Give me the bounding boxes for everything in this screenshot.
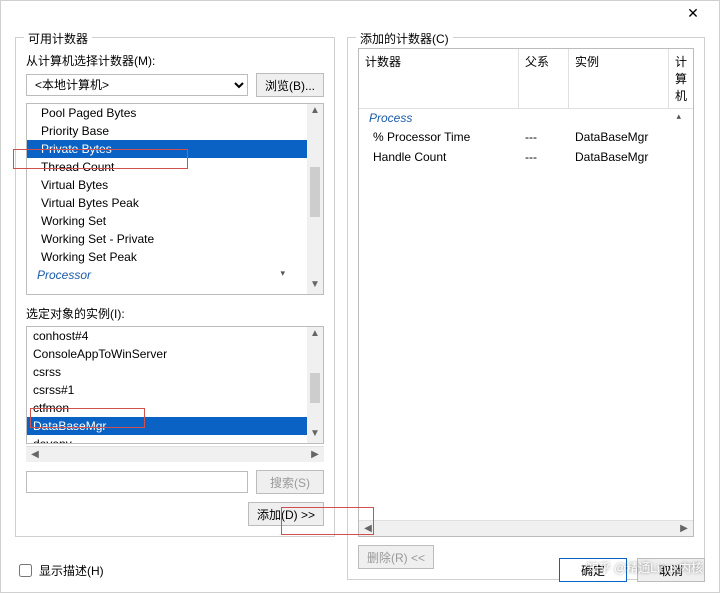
scroll-up-icon[interactable]: ▲ — [307, 104, 323, 120]
instances-scrollbar[interactable]: ▲ ▼ — [307, 327, 323, 443]
table-header: 计数器 父系 实例 计算机 — [359, 49, 693, 109]
counters-scrollbar[interactable]: ▲ ▼ — [307, 104, 323, 294]
instance-item[interactable]: devenv — [27, 435, 307, 443]
right-panel: 添加的计数器(C) 计数器 父系 实例 计算机 Process▴% Proces… — [347, 31, 705, 580]
instances-label: 选定对象的实例(I): — [26, 305, 324, 322]
scroll-right-icon[interactable]: ▶ — [308, 448, 322, 462]
instance-item[interactable]: csrss#1 — [27, 381, 307, 399]
watermark-text: 知乎 @精通Linux内核 — [587, 559, 703, 576]
scroll-thumb[interactable] — [310, 373, 320, 403]
computer-select[interactable]: <本地计算机> — [26, 74, 248, 96]
counter-item[interactable]: Virtual Bytes Peak — [27, 194, 307, 212]
counter-item[interactable]: Working Set Peak — [27, 248, 307, 266]
added-category-row[interactable]: Process▴ — [359, 109, 693, 127]
col-parent[interactable]: 父系 — [519, 49, 569, 108]
show-description-label: 显示描述(H) — [39, 562, 104, 579]
counter-category[interactable]: Processor▾ — [27, 266, 307, 284]
dialog-window: ✕ 可用计数器 从计算机选择计数器(M): <本地计算机> 浏览(B)... P… — [0, 0, 720, 593]
instance-item[interactable]: DataBaseMgr — [27, 417, 307, 435]
counter-item[interactable]: Working Set — [27, 212, 307, 230]
counter-item[interactable]: Private Bytes — [27, 140, 307, 158]
computer-label: 从计算机选择计数器(M): — [26, 52, 324, 69]
added-counters-group: 添加的计数器(C) 计数器 父系 实例 计算机 Process▴% Proces… — [347, 37, 705, 580]
scroll-up-icon[interactable]: ▲ — [307, 327, 323, 343]
left-panel: 可用计数器 从计算机选择计数器(M): <本地计算机> 浏览(B)... Poo… — [15, 31, 335, 580]
scroll-down-icon[interactable]: ▼ — [307, 278, 323, 294]
instance-item[interactable]: conhost#4 — [27, 327, 307, 345]
scroll-right-icon[interactable]: ▶ — [677, 522, 691, 536]
scroll-left-icon[interactable]: ◀ — [361, 522, 375, 536]
close-icon[interactable]: ✕ — [673, 4, 713, 24]
counter-item[interactable]: Thread Count — [27, 158, 307, 176]
scroll-down-icon[interactable]: ▼ — [307, 427, 323, 443]
added-counters-table: 计数器 父系 实例 计算机 Process▴% Processor Time--… — [358, 48, 694, 537]
add-button[interactable]: 添加(D) >> — [248, 502, 324, 526]
instance-item[interactable]: ConsoleAppToWinServer — [27, 345, 307, 363]
show-description-checkbox[interactable]: 显示描述(H) — [15, 561, 104, 580]
counter-item[interactable]: Priority Base — [27, 122, 307, 140]
col-counter[interactable]: 计数器 — [359, 49, 519, 108]
counters-listbox[interactable]: Pool Paged BytesPriority BasePrivate Byt… — [26, 103, 324, 295]
group-title-available: 可用计数器 — [24, 30, 92, 47]
table-row[interactable]: % Processor Time---DataBaseMgr — [359, 127, 693, 147]
instances-hscrollbar[interactable]: ◀ ▶ — [26, 446, 324, 462]
available-counters-group: 可用计数器 从计算机选择计数器(M): <本地计算机> 浏览(B)... Poo… — [15, 37, 335, 537]
scroll-left-icon[interactable]: ◀ — [28, 448, 42, 462]
titlebar: ✕ — [1, 1, 719, 27]
dialog-content: 可用计数器 从计算机选择计数器(M): <本地计算机> 浏览(B)... Poo… — [1, 27, 719, 592]
instance-item[interactable]: ctfmon — [27, 399, 307, 417]
table-row[interactable]: Handle Count---DataBaseMgr — [359, 147, 693, 167]
col-instance[interactable]: 实例 — [569, 49, 669, 108]
counter-item[interactable]: Working Set - Private — [27, 230, 307, 248]
watermark: 知乎 @精通Linux内核 — [587, 559, 703, 576]
instances-listbox[interactable]: conhost#4ConsoleAppToWinServercsrsscsrss… — [26, 326, 324, 444]
group-title-added: 添加的计数器(C) — [356, 30, 453, 47]
browse-button[interactable]: 浏览(B)... — [256, 73, 324, 97]
added-hscrollbar[interactable]: ◀ ▶ — [359, 520, 693, 536]
table-body: Process▴% Processor Time---DataBaseMgrHa… — [359, 109, 693, 520]
counter-item[interactable]: Pool Paged Bytes — [27, 104, 307, 122]
scroll-thumb[interactable] — [310, 167, 320, 217]
col-computer[interactable]: 计算机 — [669, 49, 693, 108]
search-input[interactable] — [26, 471, 248, 493]
show-description-input[interactable] — [19, 564, 32, 577]
counter-item[interactable]: Virtual Bytes — [27, 176, 307, 194]
search-button[interactable]: 搜索(S) — [256, 470, 324, 494]
instance-item[interactable]: csrss — [27, 363, 307, 381]
